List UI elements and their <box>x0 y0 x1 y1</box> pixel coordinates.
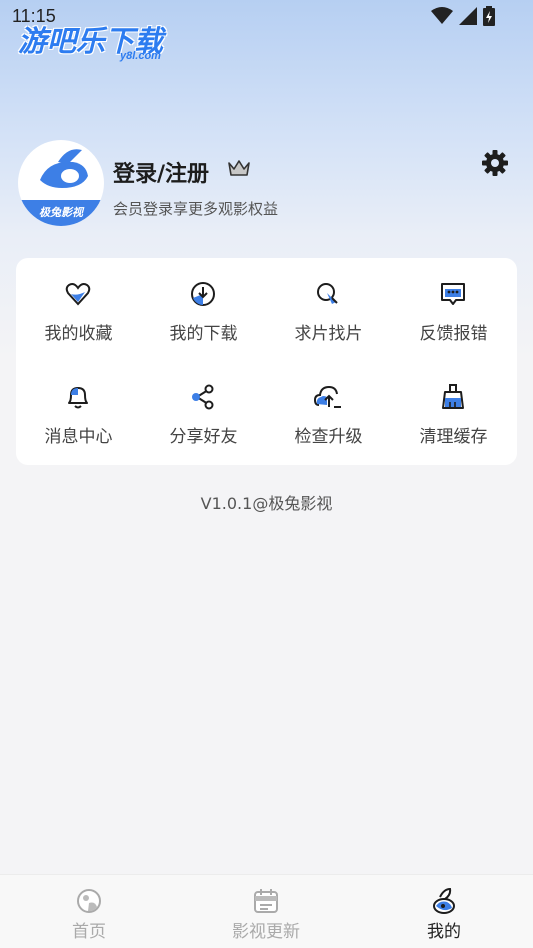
search-icon <box>317 283 338 304</box>
home-icon <box>77 889 101 913</box>
avatar-brand-band: 极兔影视 <box>18 200 104 226</box>
download-icon <box>191 282 215 306</box>
crown-icon <box>228 160 250 176</box>
heart-icon <box>65 283 91 306</box>
menu-item-label: 反馈报错 <box>419 324 488 344</box>
login-subtitle: 会员登录享更多观影权益 <box>113 200 279 218</box>
calendar-icon <box>254 889 278 913</box>
login-register-link[interactable]: 登录/注册 <box>113 156 209 188</box>
menu-item-clear-cache[interactable]: 清理缓存 <box>391 361 516 451</box>
watermark-logo: 游吧乐下载 y8l.com <box>18 18 188 64</box>
broom-icon <box>442 384 464 409</box>
menu-item-messages[interactable]: 消息中心 <box>16 361 141 451</box>
feedback-icon <box>441 283 465 305</box>
bottom-nav: 首页 影视更新 我的 <box>0 874 533 948</box>
profile-icon <box>433 887 455 914</box>
feature-card: 我的收藏 我的下载 求片找片 反馈报错 消息中心 分享好友 检查升级 清理缓存 <box>16 258 517 465</box>
tab-home[interactable]: 首页 <box>29 875 149 948</box>
status-icons <box>431 6 495 26</box>
tab-mine-label: 我的 <box>427 922 461 942</box>
menu-item-label: 消息中心 <box>44 427 113 447</box>
watermark-subtext: y8l.com <box>120 50 161 62</box>
menu-item-label: 检查升级 <box>294 427 363 447</box>
menu-item-label: 我的下载 <box>169 324 238 344</box>
battery-icon <box>483 6 495 26</box>
tab-updates[interactable]: 影视更新 <box>206 875 326 948</box>
avatar[interactable]: 极兔影视 <box>18 140 104 226</box>
upgrade-icon <box>314 385 341 408</box>
menu-item-label: 分享好友 <box>169 427 238 447</box>
menu-item-label: 我的收藏 <box>44 324 113 344</box>
tab-home-label: 首页 <box>72 922 106 942</box>
wifi-icon <box>431 7 453 24</box>
menu-item-share[interactable]: 分享好友 <box>141 361 266 451</box>
menu-item-upgrade[interactable]: 检查升级 <box>266 361 391 451</box>
bell-icon <box>68 387 88 409</box>
menu-item-feedback[interactable]: 反馈报错 <box>391 258 516 348</box>
share-icon <box>192 384 214 410</box>
menu-item-downloads[interactable]: 我的下载 <box>141 258 266 348</box>
signal-icon <box>459 7 477 25</box>
gear-icon[interactable] <box>480 148 510 178</box>
profile-section: 极兔影视 登录/注册 会员登录享更多观影权益 <box>18 140 515 230</box>
watermark-text: 游吧乐下载 <box>18 24 164 58</box>
menu-item-label: 求片找片 <box>294 324 363 344</box>
tab-updates-label: 影视更新 <box>232 922 300 942</box>
menu-item-favorites[interactable]: 我的收藏 <box>16 258 141 348</box>
menu-item-request[interactable]: 求片找片 <box>266 258 391 348</box>
tab-mine[interactable]: 我的 <box>384 875 504 948</box>
version-text: V1.0.1@极兔影视 <box>200 494 333 513</box>
menu-item-label: 清理缓存 <box>419 427 488 447</box>
